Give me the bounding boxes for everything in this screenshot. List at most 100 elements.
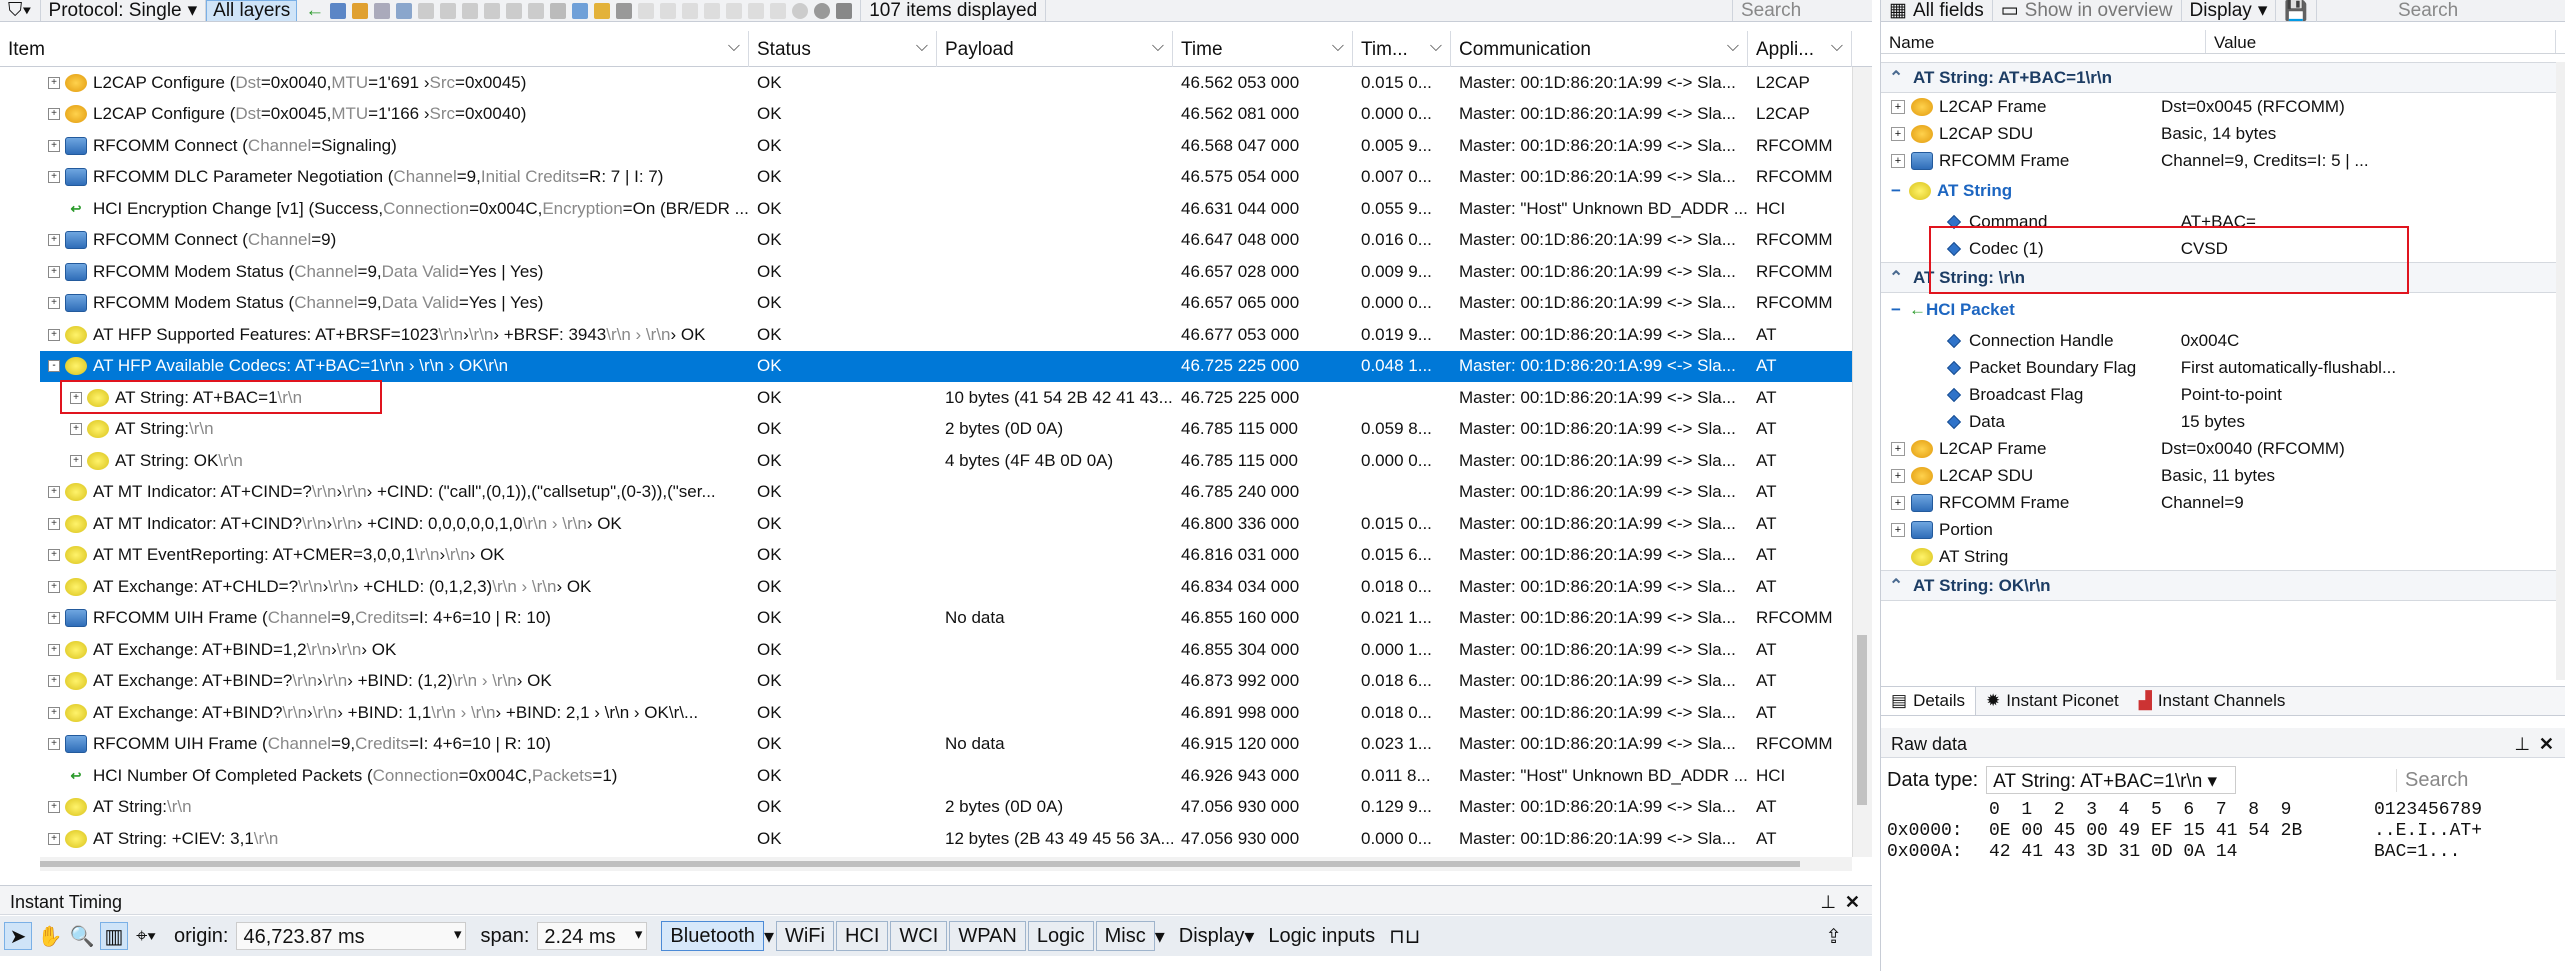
expand-toggle-icon[interactable]: + xyxy=(1891,126,1905,141)
col-status[interactable]: Status ⌵ xyxy=(749,31,937,67)
layout-tool-icon[interactable]: ▥ xyxy=(100,922,128,950)
expand-toggle-icon[interactable]: + xyxy=(1891,468,1905,483)
table-row[interactable]: + AT Exchange: AT+CHLD=? \r\n › \r\n › +CH… xyxy=(40,571,1852,603)
origin-field[interactable]: 46,723.87 ms ▾ xyxy=(236,922,467,950)
table-row[interactable]: + AT Exchange: AT+BIND=? \r\n › \r\n › +BI… xyxy=(40,666,1852,698)
wifi-button[interactable]: WiFi xyxy=(775,921,834,951)
display-menu[interactable]: Display xyxy=(1179,925,1245,948)
expand-toggle-icon[interactable]: + xyxy=(48,171,60,184)
expand-toggle-icon[interactable]: + xyxy=(48,549,60,562)
section-header[interactable]: ⌃ AT String: AT+BAC=1\r\n xyxy=(1881,62,2565,93)
table-row[interactable]: + RFCOMM DLC Parameter Negotiation (Chann… xyxy=(40,162,1852,194)
table-row[interactable]: + AT MT Indicator: AT+CIND? \r\n › \r\n › … xyxy=(40,508,1852,540)
download-icon[interactable] xyxy=(836,2,853,19)
details-row[interactable]: Packet Boundary Flag First automatically-… xyxy=(1881,354,2565,381)
col-value[interactable]: Value xyxy=(2206,30,2556,53)
picture-icon[interactable] xyxy=(572,2,589,19)
expand-toggle-icon[interactable]: + xyxy=(48,265,60,278)
table-row[interactable]: ↩ HCI Number Of Completed Packets (Connec… xyxy=(40,760,1852,792)
chevron-down-icon[interactable]: ▾ xyxy=(764,924,774,949)
table-row[interactable]: + L2CAP Configure (Dst =0x0045, MTU =1'166 … xyxy=(40,99,1852,131)
table-row[interactable]: + AT String: \r\n OK 2 bytes (0D 0A) 46.785 … xyxy=(40,414,1852,446)
details-row[interactable]: + L2CAP Frame Dst=0x0045 (RFCOMM) xyxy=(1881,93,2565,120)
section-header[interactable]: ⌃ AT String: OK\r\n xyxy=(1881,570,2565,601)
all-layers-button[interactable]: All layers xyxy=(206,0,298,21)
tool-icon-j[interactable] xyxy=(704,2,721,19)
expand-toggle-icon[interactable]: + xyxy=(48,801,60,814)
collapse-toggle-icon[interactable]: − xyxy=(1891,300,1901,320)
expand-toggle-icon[interactable]: + xyxy=(48,738,60,751)
col-time[interactable]: Time ⌵ xyxy=(1173,31,1353,67)
logic-button[interactable]: Logic xyxy=(1027,921,1094,951)
horizontal-scrollbar[interactable] xyxy=(40,857,1852,871)
close-icon[interactable]: ✕ xyxy=(2539,734,2554,755)
hex-view[interactable]: 0 1 2 3 4 5 6 7 8 9 0123456789 0x0000: 0… xyxy=(1881,800,2565,971)
expand-toggle-icon[interactable]: + xyxy=(48,297,60,310)
details-row[interactable]: Data 15 bytes xyxy=(1881,408,2565,435)
tool-icon-d[interactable] xyxy=(484,2,501,19)
tool-icon-c[interactable] xyxy=(462,2,479,19)
clock-icon[interactable] xyxy=(792,2,809,19)
expand-toggle-icon[interactable]: + xyxy=(70,454,82,467)
vertical-scrollbar[interactable] xyxy=(1852,67,1872,857)
pin-icon[interactable] xyxy=(374,2,391,19)
hand-tool-icon[interactable]: ✋ xyxy=(36,922,64,950)
clock2-icon[interactable] xyxy=(814,2,831,19)
close-icon[interactable]: ✕ xyxy=(1845,892,1860,913)
pin-icon[interactable]: ⊥ xyxy=(2514,734,2530,755)
details-row[interactable]: + RFCOMM Frame Channel=9, Credits=I: 5 | .… xyxy=(1881,147,2565,174)
tool-icon-a[interactable] xyxy=(418,2,435,19)
marker-tool-icon[interactable]: ⌖▾ xyxy=(132,922,160,950)
all-fields-button[interactable]: ▦ All fields xyxy=(1881,0,1993,22)
table-row[interactable]: + RFCOMM Modem Status (Channel =9, Data Va… xyxy=(40,256,1852,288)
col-timing[interactable]: Tim... ⌵ xyxy=(1353,31,1451,67)
table-row[interactable]: + RFCOMM Connect (Channel =Signaling) OK 46.… xyxy=(40,130,1852,162)
details-row[interactable]: Broadcast Flag Point-to-point xyxy=(1881,381,2565,408)
table-row[interactable]: - AT HFP Available Codecs: AT+BAC=1\r\n ›… xyxy=(40,350,1852,382)
group-header[interactable]: − ← HCI Packet xyxy=(1881,293,2565,327)
raw-search-input[interactable]: Search xyxy=(2396,768,2565,792)
scroll-thumb[interactable] xyxy=(40,861,1800,867)
pointer-tool-icon[interactable]: ➤ xyxy=(4,922,32,950)
pen-icon[interactable] xyxy=(330,2,347,19)
expand-toggle-icon[interactable]: + xyxy=(1891,153,1905,168)
table-row[interactable]: + AT String: OK \r\n OK 4 bytes (4F 4B 0D 0A… xyxy=(40,445,1852,477)
details-row[interactable]: + L2CAP Frame Dst=0x0040 (RFCOMM) xyxy=(1881,435,2565,462)
expand-toggle-icon[interactable]: + xyxy=(1891,441,1905,456)
expand-toggle-icon[interactable]: + xyxy=(48,328,60,341)
data-type-select[interactable]: AT String: AT+BAC=1\r\n ▾ xyxy=(1986,766,2237,794)
show-in-overview-button[interactable]: ▭ Show in overview xyxy=(1993,0,2182,22)
display-dropdown[interactable]: Display ▾ xyxy=(2182,0,2277,22)
expand-toggle-icon[interactable]: + xyxy=(1891,99,1905,114)
expand-toggle-icon[interactable]: + xyxy=(48,234,60,247)
expand-toggle-icon[interactable]: + xyxy=(48,139,60,152)
details-search-input[interactable]: Search xyxy=(2390,0,2565,22)
tool-icon-l[interactable] xyxy=(748,2,765,19)
tool-icon-k[interactable] xyxy=(726,2,743,19)
table-row[interactable]: + AT Exchange: AT+BIND=1,2 \r\n › \r\n › O… xyxy=(40,634,1852,666)
expand-toggle-icon[interactable]: + xyxy=(48,706,60,719)
waveform-icon[interactable]: ⊓⊔ xyxy=(1389,924,1420,949)
tool-icon-e[interactable] xyxy=(506,2,523,19)
chevron-down-icon[interactable]: ▾ xyxy=(1155,924,1165,949)
protocol-dropdown[interactable]: Protocol: Single ▾ xyxy=(41,0,207,21)
expand-toggle-icon[interactable]: + xyxy=(70,423,82,436)
hci-button[interactable]: HCI xyxy=(835,921,889,951)
expand-toggle-icon[interactable]: + xyxy=(48,612,60,625)
scroll-thumb[interactable] xyxy=(1857,635,1867,805)
save-icon[interactable]: 💾 xyxy=(2276,0,2318,22)
details-row[interactable]: + L2CAP SDU Basic, 14 bytes xyxy=(1881,120,2565,147)
tool-icon-i[interactable] xyxy=(682,2,699,19)
expand-toggle-icon[interactable]: + xyxy=(48,517,60,530)
span-field[interactable]: 2.24 ms ▾ xyxy=(537,922,648,950)
table-row[interactable]: + AT HFP Supported Features: AT+BRSF=1023… xyxy=(40,319,1852,351)
expand-toggle-icon[interactable]: + xyxy=(48,108,60,121)
details-scrollbar[interactable] xyxy=(2556,62,2565,680)
tool-icon-f[interactable] xyxy=(528,2,545,19)
wci-button[interactable]: WCI xyxy=(890,921,948,951)
table-row[interactable]: + RFCOMM Modem Status (Channel =9, Data Va… xyxy=(40,288,1852,320)
bluetooth-button[interactable]: Bluetooth xyxy=(661,921,764,951)
layers-icon[interactable] xyxy=(352,2,369,19)
table-row[interactable]: + AT String: \r\n OK 2 bytes (0D 0A) 47.056 … xyxy=(40,792,1852,824)
expand-toggle-icon[interactable]: + xyxy=(48,580,60,593)
